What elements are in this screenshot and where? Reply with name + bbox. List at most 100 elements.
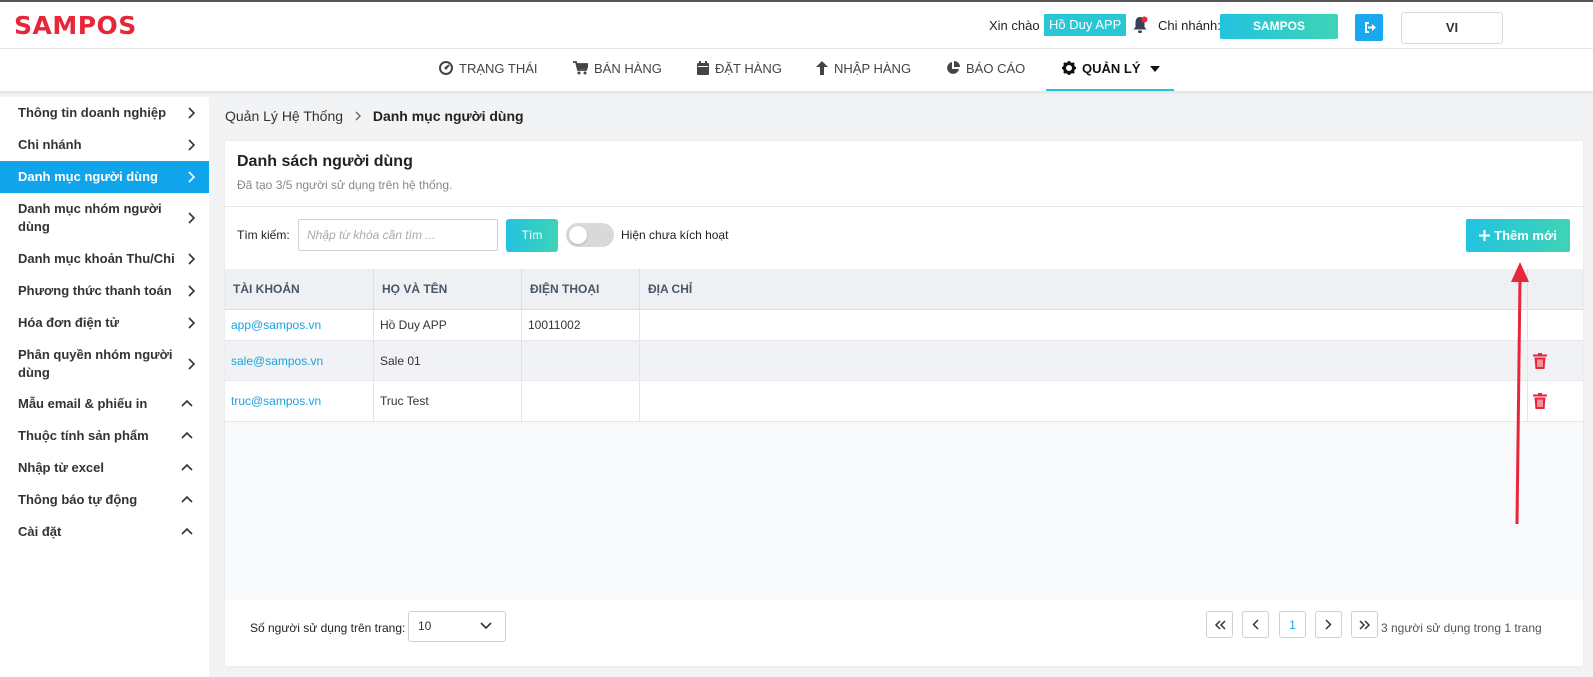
chevron-right-icon xyxy=(188,107,195,119)
chevron-up-icon xyxy=(181,528,193,535)
nav-label: BÁN HÀNG xyxy=(594,61,662,76)
nav-item-nhap-hang[interactable]: NHẬP HÀNG xyxy=(816,49,911,91)
logout-button[interactable] xyxy=(1355,14,1383,41)
breadcrumb-parent[interactable]: Quản Lý Hệ Thống xyxy=(225,108,343,124)
sidebar-item-cai-dat[interactable]: Cài đặt xyxy=(0,517,209,549)
bell-icon[interactable] xyxy=(1132,16,1148,34)
cell-account[interactable]: sale@sampos.vn xyxy=(225,341,374,380)
chevron-right-icon xyxy=(188,171,195,183)
sidebar-item-danh-muc-khoan-thu-chi[interactable]: Danh mục khoản Thu/Chi xyxy=(0,243,209,275)
chevron-up-icon xyxy=(181,464,193,471)
chevron-up-icon xyxy=(181,496,193,503)
per-page-label: Số người sử dụng trên trang: xyxy=(250,621,406,635)
cell-address xyxy=(640,381,1528,421)
sidebar-item-label: Chi nhánh xyxy=(18,137,82,152)
cell-address xyxy=(640,310,1528,340)
pie-chart-icon xyxy=(947,61,960,74)
trash-icon[interactable] xyxy=(1533,353,1547,369)
cell-phone xyxy=(522,341,640,380)
cell-account[interactable]: truc@sampos.vn xyxy=(225,381,374,421)
nav-item-quan-ly[interactable]: QUẢN LÝ xyxy=(1046,49,1174,91)
prev-page-button[interactable] xyxy=(1242,611,1269,638)
search-button[interactable]: Tìm xyxy=(506,219,558,252)
divider xyxy=(225,206,1583,207)
nav-item-ban-hang[interactable]: BÁN HÀNG xyxy=(573,49,662,91)
breadcrumb-current: Danh mục người dùng xyxy=(372,108,524,124)
sidebar-item-label: Cài đặt xyxy=(18,524,62,539)
double-chevron-left-icon xyxy=(1214,619,1226,630)
column-header-phone[interactable]: ĐIỆN THOẠI xyxy=(522,269,640,310)
sidebar-item-label: Thuộc tính sản phẩm xyxy=(18,428,149,443)
chevron-right-icon xyxy=(188,253,195,265)
last-page-button[interactable] xyxy=(1351,611,1378,638)
sidebar-item-chi-nhanh[interactable]: Chi nhánh xyxy=(0,129,209,161)
main-nav: TRẠNG THÁI BÁN HÀNG ĐẶT HÀNG NHẬP HÀNG B… xyxy=(0,49,1593,91)
cell-name: Hồ Duy APP xyxy=(374,310,522,340)
add-new-button[interactable]: Thêm mới xyxy=(1466,219,1570,252)
nav-item-dat-hang[interactable]: ĐẶT HÀNG xyxy=(697,49,782,91)
table-row[interactable]: sale@sampos.vn Sale 01 xyxy=(225,341,1583,381)
chevron-right-icon xyxy=(188,317,195,329)
chevron-left-icon xyxy=(1252,619,1259,630)
page-subtitle: Đã tạo 3/5 người sử dụng trên hệ thống. xyxy=(237,178,453,192)
chevron-right-icon xyxy=(188,139,195,151)
page-button-current[interactable]: 1 xyxy=(1279,611,1306,638)
branch-button[interactable]: SAMPOS xyxy=(1220,14,1338,39)
language-select[interactable]: VI xyxy=(1401,12,1503,44)
search-input[interactable] xyxy=(298,219,498,251)
trash-icon[interactable] xyxy=(1533,393,1547,409)
sidebar-item-danh-muc-nhom-nguoi-dung[interactable]: Danh mục nhóm người dùng xyxy=(0,193,209,243)
page-title: Danh sách người dùng xyxy=(237,153,413,170)
sidebar-item-thong-bao-tu-dong[interactable]: Thông báo tự động xyxy=(0,485,209,517)
show-inactive-label: Hiện chưa kích hoạt xyxy=(621,228,729,242)
chevron-down-icon xyxy=(480,622,492,630)
column-header-address[interactable]: ĐỊA CHỈ xyxy=(640,269,1528,310)
show-inactive-toggle[interactable] xyxy=(566,223,614,247)
first-page-button[interactable] xyxy=(1206,611,1233,638)
column-header-name[interactable]: HỌ VÀ TÊN xyxy=(374,269,522,310)
sidebar-item-danh-muc-nguoi-dung[interactable]: Danh mục người dùng xyxy=(0,161,209,193)
next-page-button[interactable] xyxy=(1315,611,1342,638)
nav-label: TRẠNG THÁI xyxy=(459,61,538,76)
nav-item-trang-thai[interactable]: TRẠNG THÁI xyxy=(439,49,538,91)
logo[interactable]: SAMPOS xyxy=(14,11,137,40)
pagination-summary: 3 người sử dụng trong 1 trang xyxy=(1381,621,1542,635)
toggle-knob xyxy=(569,226,587,244)
sidebar-item-label: Danh mục khoản Thu/Chi xyxy=(18,251,175,266)
sidebar-item-phuong-thuc-thanh-toan[interactable]: Phương thức thanh toán xyxy=(0,275,209,307)
sidebar-item-thong-tin-doanh-nghiep[interactable]: Thông tin doanh nghiệp xyxy=(0,97,209,129)
caret-down-icon xyxy=(1150,66,1161,72)
sidebar-item-label: Hóa đơn điện tử xyxy=(18,315,119,330)
sidebar-item-label: Phân quyền nhóm người dùng xyxy=(18,347,173,380)
breadcrumb: Quản Lý Hệ Thống Danh mục người dùng xyxy=(225,108,524,124)
sidebar: Thông tin doanh nghiệp Chi nhánh Danh mụ… xyxy=(0,97,209,677)
chevron-up-icon xyxy=(181,400,193,407)
nav-label: BÁO CÁO xyxy=(966,61,1026,76)
table-row[interactable]: truc@sampos.vn Truc Test xyxy=(225,381,1583,422)
dashboard-icon xyxy=(439,61,453,75)
calendar-icon xyxy=(697,61,709,75)
table-row[interactable]: app@sampos.vn Hồ Duy APP 10011002 xyxy=(225,310,1583,341)
per-page-value: 10 xyxy=(418,619,432,633)
per-page-select[interactable]: 10 xyxy=(408,611,506,642)
sidebar-item-hoa-don-dien-tu[interactable]: Hóa đơn điện tử xyxy=(0,307,209,339)
sidebar-item-label: Phương thức thanh toán xyxy=(18,283,172,298)
user-name-badge[interactable]: Hồ Duy APP xyxy=(1044,14,1127,36)
search-label: Tìm kiếm: xyxy=(237,228,290,242)
chevron-right-icon xyxy=(1325,619,1332,630)
user-table: TÀI KHOẢN HỌ VÀ TÊN ĐIỆN THOẠI ĐỊA CHỈ a… xyxy=(225,269,1583,600)
cell-account[interactable]: app@sampos.vn xyxy=(225,310,374,340)
sidebar-item-label: Thông báo tự động xyxy=(18,492,138,507)
sidebar-item-nhap-tu-excel[interactable]: Nhập từ excel xyxy=(0,453,209,485)
chevron-right-icon xyxy=(355,108,361,124)
sidebar-item-label: Danh mục người dùng xyxy=(18,169,158,184)
column-header-account[interactable]: TÀI KHOẢN xyxy=(225,269,374,310)
nav-item-bao-cao[interactable]: BÁO CÁO xyxy=(946,49,1025,91)
sidebar-item-label: Nhập từ excel xyxy=(18,460,104,475)
sidebar-item-mau-email-phieu-in[interactable]: Mẫu email & phiếu in xyxy=(0,389,209,421)
sidebar-item-phan-quyen-nhom-nguoi-dung[interactable]: Phân quyền nhóm người dùng xyxy=(0,339,209,389)
sidebar-item-thuoc-tinh-san-pham[interactable]: Thuộc tính sản phẩm xyxy=(0,421,209,453)
logout-icon xyxy=(1365,22,1376,33)
cell-name: Truc Test xyxy=(374,381,522,421)
cell-name: Sale 01 xyxy=(374,341,522,380)
